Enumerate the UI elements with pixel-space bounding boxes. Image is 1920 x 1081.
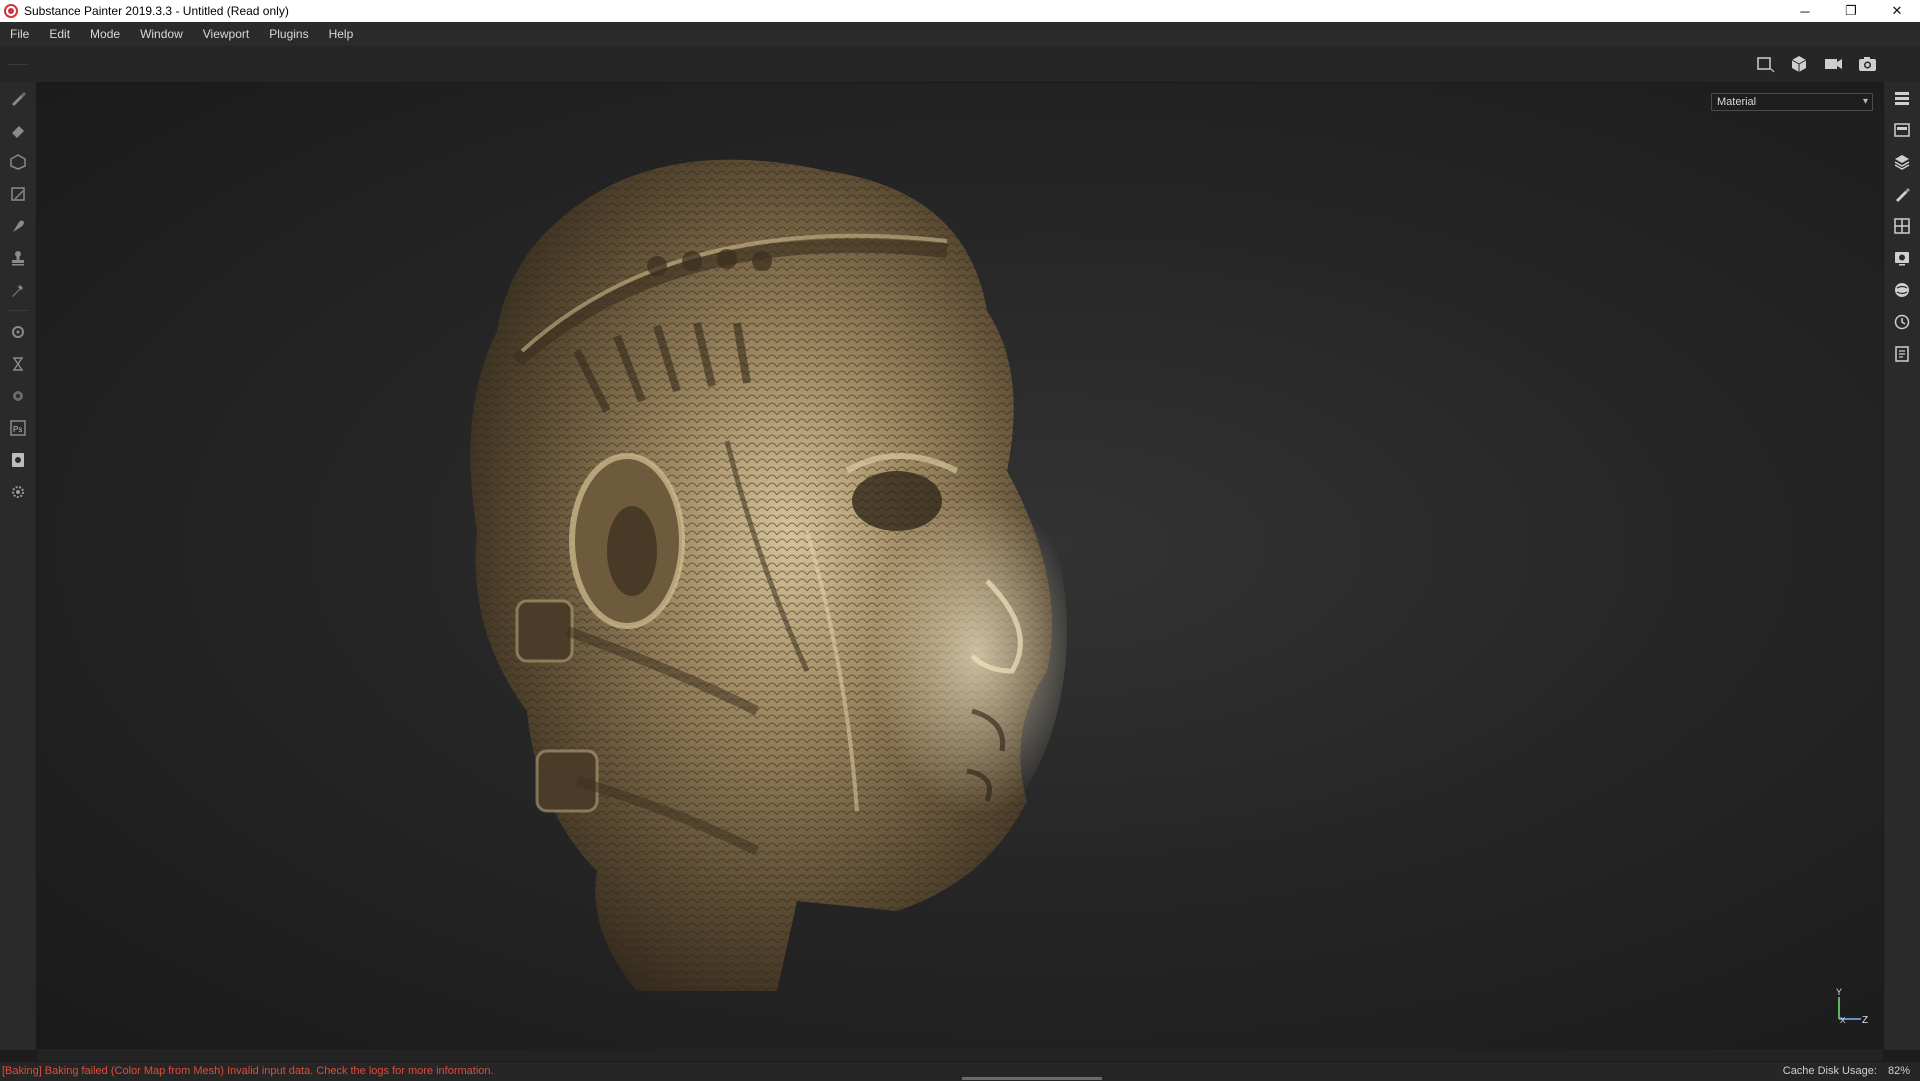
texture-set-icon[interactable] bbox=[6, 384, 30, 408]
left-toolbar: Ps bbox=[0, 64, 37, 1050]
3d-view-icon[interactable] bbox=[1788, 52, 1812, 76]
menu-viewport[interactable]: Viewport bbox=[193, 27, 259, 41]
cache-disk-usage: Cache Disk Usage: 82% bbox=[1783, 1065, 1910, 1077]
clone-stamp-icon[interactable] bbox=[6, 246, 30, 270]
display-settings-icon[interactable] bbox=[1890, 214, 1914, 238]
window-controls: ─ ❐ ✕ bbox=[1782, 0, 1920, 22]
viewer-settings-icon[interactable] bbox=[1890, 246, 1914, 270]
app-logo-icon bbox=[4, 4, 18, 18]
history-icon[interactable] bbox=[1890, 310, 1914, 334]
properties-icon[interactable] bbox=[1890, 182, 1914, 206]
chevron-down-icon: ▾ bbox=[1862, 96, 1868, 107]
menu-plugins[interactable]: Plugins bbox=[259, 27, 318, 41]
axis-gizmo: Y X Z bbox=[1831, 987, 1871, 1027]
menu-mode[interactable]: Mode bbox=[80, 27, 130, 41]
smudge-icon[interactable] bbox=[6, 214, 30, 238]
screenshot-icon[interactable] bbox=[1856, 52, 1880, 76]
viewport-mode-select[interactable]: Material ▾ bbox=[1711, 93, 1873, 111]
axis-y-label: Y bbox=[1836, 987, 1842, 997]
color-picker-icon[interactable] bbox=[6, 278, 30, 302]
menu-edit[interactable]: Edit bbox=[39, 27, 80, 41]
3d-viewport[interactable]: Material ▾ Y X Z bbox=[37, 83, 1883, 1049]
menu-help[interactable]: Help bbox=[319, 27, 364, 41]
eraser-icon[interactable] bbox=[6, 118, 30, 142]
axis-x-label: X bbox=[1840, 1016, 1846, 1025]
geometry-mask-icon[interactable] bbox=[6, 182, 30, 206]
iray-render-icon[interactable] bbox=[6, 352, 30, 376]
menu-file[interactable]: File bbox=[0, 27, 39, 41]
projection-icon[interactable] bbox=[6, 150, 30, 174]
menu-bar: File Edit Mode Window Viewport Plugins H… bbox=[0, 22, 1920, 46]
svg-text:Ps: Ps bbox=[13, 425, 22, 434]
minimize-button[interactable]: ─ bbox=[1782, 0, 1828, 22]
title-bar: Substance Painter 2019.3.3 - Untitled (R… bbox=[0, 0, 1920, 22]
viewport-mode-value: Material bbox=[1717, 96, 1757, 108]
viewport-bottom-bar bbox=[37, 1049, 1883, 1061]
sculpted-head-model[interactable] bbox=[427, 111, 1147, 1011]
uv-view-icon[interactable] bbox=[1754, 52, 1778, 76]
shelf-icon[interactable] bbox=[1890, 278, 1914, 302]
menu-window[interactable]: Window bbox=[130, 27, 193, 41]
camera-view-icon[interactable] bbox=[1822, 52, 1846, 76]
axis-z-label: Z bbox=[1862, 1015, 1868, 1026]
texture-set-settings-icon[interactable] bbox=[1890, 150, 1914, 174]
close-button[interactable]: ✕ bbox=[1874, 0, 1920, 22]
window-title: Substance Painter 2019.3.3 - Untitled (R… bbox=[24, 4, 289, 18]
plugin-settings-icon[interactable] bbox=[6, 480, 30, 504]
bake-settings-icon[interactable] bbox=[6, 320, 30, 344]
viewport-toolbar bbox=[0, 46, 1920, 83]
cache-disk-usage-value: 82% bbox=[1887, 1065, 1910, 1077]
restore-button[interactable]: ❐ bbox=[1828, 0, 1874, 22]
layers-icon[interactable] bbox=[1890, 86, 1914, 110]
export-document-icon[interactable] bbox=[6, 448, 30, 472]
photoshop-export-icon[interactable]: Ps bbox=[6, 416, 30, 440]
log-icon[interactable] bbox=[1890, 342, 1914, 366]
cache-disk-usage-label: Cache Disk Usage: bbox=[1782, 1065, 1877, 1077]
right-toolbar bbox=[1883, 82, 1920, 1050]
paint-brush-icon[interactable] bbox=[6, 86, 30, 110]
status-error-message[interactable]: [Baking] Baking failed (Color Map from M… bbox=[2, 1065, 494, 1077]
status-bar: [Baking] Baking failed (Color Map from M… bbox=[0, 1061, 1920, 1081]
texture-set-list-icon[interactable] bbox=[1890, 118, 1914, 142]
